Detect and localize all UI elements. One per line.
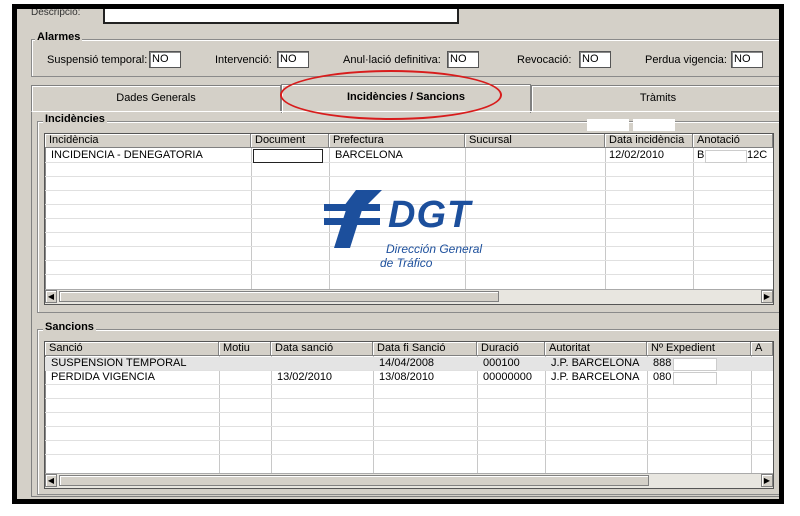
alarm-label-anullacio: Anul·lació definitiva: [343, 54, 441, 66]
redaction-box [673, 372, 717, 385]
column-header-autoritat[interactable]: Autoritat [545, 342, 647, 356]
alarm-field-perdua[interactable]: NO [731, 51, 763, 68]
description-field[interactable] [103, 9, 459, 24]
cell-data-sancio: 13/02/2010 [277, 371, 333, 383]
cell-autoritat: J.P. BARCELONA [551, 357, 640, 369]
cell-expedient: 080 [653, 371, 672, 383]
scroll-thumb[interactable] [59, 291, 499, 302]
incidencies-hscrollbar[interactable]: ◀ ▶ [45, 289, 773, 304]
alarm-label-perdua: Perdua vigencia: [645, 54, 727, 66]
cell-data-incidencia: 12/02/2010 [609, 149, 665, 161]
incidencies-title: Incidències [43, 113, 107, 125]
column-header-a[interactable]: A [751, 342, 773, 356]
redaction-box [673, 358, 717, 371]
logo-line1: Dirección General [386, 242, 483, 256]
column-header-expedient[interactable]: Nº Expedient [647, 342, 751, 356]
dgt-emblem-icon [324, 190, 382, 248]
column-header-duracio[interactable]: Duració [477, 342, 545, 356]
cell-data-fi-sancio: 14/04/2008 [379, 357, 435, 369]
scroll-right-button[interactable]: ▶ [761, 474, 773, 487]
table-row[interactable]: PERDIDA VIGENCIA 13/02/2010 13/08/2010 0… [45, 371, 773, 385]
column-header-incidencia[interactable]: Incidència [45, 134, 251, 148]
alarm-field-revocacio[interactable]: NO [579, 51, 611, 68]
alarm-label-suspensio: Suspensió temporal: [47, 54, 148, 66]
column-header-anotacio[interactable]: Anotació [693, 134, 773, 148]
redaction-box [705, 150, 747, 163]
redaction-box [587, 119, 629, 131]
alarm-field-suspensio[interactable]: NO [149, 51, 181, 68]
dgt-logo: DGT Dirección General de Tráfico [322, 188, 502, 270]
sancions-hscrollbar[interactable]: ◀ ▶ [45, 473, 773, 488]
cell-prefectura: BARCELONA [335, 149, 403, 161]
cell-anotacio-end: 12C [747, 149, 768, 161]
column-header-sancio[interactable]: Sanció [45, 342, 219, 356]
cell-autoritat: J.P. BARCELONA [551, 371, 640, 383]
alarm-label-intervencio: Intervenció: [215, 54, 272, 66]
column-header-data-sancio[interactable]: Data sanció [271, 342, 373, 356]
sancions-table: Sanció Motiu Data sanció Data fi Sanció … [44, 341, 774, 489]
column-header-data-incidencia[interactable]: Data incidència [605, 134, 693, 148]
cell-duracio: 000100 [483, 357, 520, 369]
alarms-title: Alarmes [35, 31, 83, 43]
cell-expedient: 888 [653, 357, 672, 369]
alarm-label-revocacio: Revocació: [517, 54, 572, 66]
cell-sancio: SUSPENSION TEMPORAL [51, 357, 187, 369]
alarm-field-anullacio[interactable]: NO [447, 51, 479, 68]
scroll-left-button[interactable]: ◀ [45, 290, 57, 303]
cell-data-fi-sancio: 13/08/2010 [379, 371, 435, 383]
cell-incidencia: INCIDENCIA - DENEGATORIA [51, 149, 203, 161]
column-header-sucursal[interactable]: Sucursal [465, 134, 605, 148]
document-field[interactable] [253, 149, 323, 163]
column-header-motiu[interactable]: Motiu [219, 342, 271, 356]
scroll-right-button[interactable]: ▶ [761, 290, 773, 303]
table-row[interactable]: SUSPENSION TEMPORAL 14/04/2008 000100 J.… [45, 357, 773, 371]
column-header-document[interactable]: Document [251, 134, 329, 148]
tab-tramits[interactable]: Tràmits [531, 85, 779, 111]
alarm-field-intervencio[interactable]: NO [277, 51, 309, 68]
highlight-ellipse [280, 70, 502, 120]
sancions-title: Sancions [43, 321, 96, 333]
tab-dades-generals[interactable]: Dades Generals [31, 85, 281, 111]
description-label: Descripció: [31, 7, 81, 18]
column-header-prefectura[interactable]: Prefectura [329, 134, 465, 148]
cell-anotacio: B [697, 149, 705, 161]
cell-duracio: 00000000 [483, 371, 532, 383]
logo-line2: de Tráfico [380, 256, 433, 270]
column-header-data-fi-sancio[interactable]: Data fi Sanció [373, 342, 477, 356]
cell-sancio: PERDIDA VIGENCIA [51, 371, 155, 383]
logo-abbr: DGT [388, 194, 472, 236]
table-row[interactable]: INCIDENCIA - DENEGATORIA BARCELONA 12/02… [45, 149, 773, 163]
scroll-left-button[interactable]: ◀ [45, 474, 57, 487]
scroll-thumb[interactable] [59, 475, 649, 486]
redaction-box [633, 119, 675, 131]
